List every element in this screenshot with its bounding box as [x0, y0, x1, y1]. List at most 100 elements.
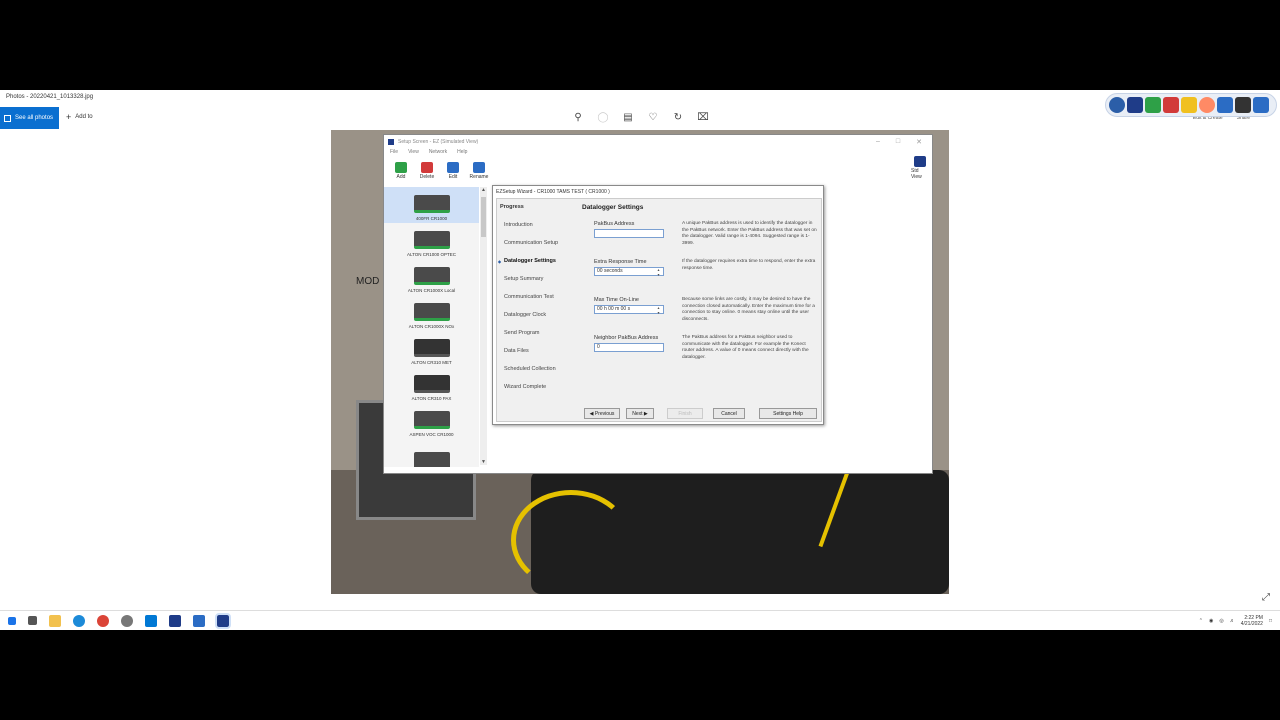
- neighbor-pakbus-input[interactable]: 0: [594, 343, 664, 352]
- gallery-icon: [4, 114, 11, 122]
- clock[interactable]: 2:22 PM 4/21/2022: [1241, 615, 1263, 627]
- notification-icon[interactable]: □: [1269, 618, 1272, 624]
- network-icon[interactable]: [1109, 97, 1125, 113]
- menu-bar: File View Network Help: [384, 149, 932, 158]
- view-icon[interactable]: [1253, 97, 1269, 113]
- task-view-icon[interactable]: [28, 616, 37, 625]
- device-item[interactable]: ALTON CR1000 OPTEC: [384, 223, 479, 259]
- step-setup-summary[interactable]: Setup Summary: [504, 276, 543, 282]
- menu-help[interactable]: Help: [457, 149, 467, 158]
- loggernet-icon[interactable]: [169, 614, 181, 627]
- extra-response-label: Extra Response Time: [594, 259, 647, 265]
- logger-icon[interactable]: [1127, 97, 1143, 113]
- pakbus-address-input[interactable]: [594, 229, 664, 238]
- plus-icon: +: [66, 112, 72, 122]
- file-explorer-icon[interactable]: [49, 614, 61, 627]
- favorite-icon[interactable]: ♡: [647, 112, 659, 124]
- close-icon[interactable]: ✕: [916, 138, 922, 146]
- step-communication-setup[interactable]: Communication Setup: [504, 240, 558, 246]
- max-time-input[interactable]: 00 h 00 m 00 s: [594, 305, 664, 315]
- rotate-icon[interactable]: ↻: [672, 112, 684, 124]
- device-list-scrollbar[interactable]: ▲ ▼: [480, 187, 487, 465]
- add-icon: [395, 162, 407, 173]
- max-time-label: Max Time On-Line: [594, 297, 639, 303]
- delete-icon[interactable]: ▤: [622, 112, 634, 124]
- device-label: ALTON CR1000X Local: [407, 288, 456, 293]
- extra-response-input[interactable]: 00 seconds: [594, 267, 664, 277]
- volume-icon[interactable]: ♬: [1230, 618, 1235, 624]
- taskbar: ⌃ ◉ ◎ ♬ 2:22 PM 4/21/2022 □: [0, 610, 1280, 630]
- window-title: Setup Screen - EZ (Simulated View): [398, 139, 479, 145]
- menu-view[interactable]: View: [408, 149, 419, 158]
- delete-button[interactable]: Delete: [418, 162, 436, 180]
- scroll-up-icon[interactable]: ▲: [480, 187, 487, 193]
- step-data-files[interactable]: Data Files: [504, 348, 529, 354]
- pakbus-help-text: A unique PakBus address is used to ident…: [682, 221, 817, 246]
- connect-icon[interactable]: [1145, 97, 1161, 113]
- rename-icon: [473, 162, 485, 173]
- windows-start-icon[interactable]: [8, 616, 16, 625]
- chevron-up-icon[interactable]: ⌃: [1199, 618, 1203, 624]
- delete-label: Delete: [419, 174, 435, 180]
- step-send-program[interactable]: Send Program: [504, 330, 539, 336]
- maximize-icon[interactable]: □: [896, 138, 900, 146]
- settings-icon[interactable]: [121, 614, 133, 627]
- see-all-photos-button[interactable]: See all photos: [0, 107, 59, 129]
- crop-icon[interactable]: ⌧: [697, 112, 709, 124]
- add-button[interactable]: Add: [392, 162, 410, 180]
- next-button[interactable]: Next ▶: [626, 408, 654, 419]
- step-datalogger-clock[interactable]: Datalogger Clock: [504, 312, 546, 318]
- mail-icon[interactable]: [145, 614, 157, 627]
- wifi-icon[interactable]: ◎: [1219, 618, 1223, 624]
- device-item[interactable]: ASPEN VOC CR1000: [384, 403, 479, 439]
- neighbor-help-text: The PakBus address for a PakBus neighbor…: [682, 335, 809, 360]
- cancel-label: Cancel: [721, 410, 737, 417]
- device-item[interactable]: ALTON CR1000X NOx: [384, 295, 479, 331]
- floating-app-toolbar: [1105, 93, 1277, 117]
- zoom-icon[interactable]: ⚲: [572, 112, 584, 124]
- clock-date: 4/21/2022: [1240, 620, 1263, 627]
- menu-file[interactable]: File: [390, 149, 398, 158]
- device-item[interactable]: ALTON CR1000X Local: [384, 259, 479, 295]
- wizard-body: Progress Introduction Communication Setu…: [496, 198, 822, 422]
- network-icon[interactable]: ◉: [1209, 618, 1213, 624]
- edit-icon[interactable]: [1217, 97, 1233, 113]
- step-wizard-complete[interactable]: Wizard Complete: [504, 384, 546, 390]
- device-item[interactable]: ALTON CR310 PAX: [384, 367, 479, 403]
- device-item[interactable]: ALTON CR310 MET: [384, 331, 479, 367]
- scroll-thumb[interactable]: [481, 197, 486, 237]
- next-label: Next: [632, 410, 643, 417]
- minimize-icon[interactable]: –: [876, 138, 880, 146]
- edit-button[interactable]: Edit: [444, 162, 462, 180]
- wizard-title: EZSetup Wizard - CR1000 TAMS TEST ( CR10…: [496, 189, 610, 195]
- std-view-button[interactable]: Std View: [911, 156, 929, 180]
- menu-network[interactable]: Network: [429, 149, 447, 158]
- step-scheduled-collection[interactable]: Scheduled Collection: [504, 366, 556, 372]
- slideshow-icon[interactable]: ◯: [597, 112, 609, 124]
- add-to-button[interactable]: + Add to: [66, 112, 93, 122]
- expand-icon[interactable]: ⤢: [1262, 592, 1270, 603]
- edge-icon[interactable]: [73, 614, 85, 627]
- zoom-icon[interactable]: [193, 614, 205, 627]
- previous-button[interactable]: ◀ Previous: [584, 408, 620, 419]
- alert-icon[interactable]: [1181, 97, 1197, 113]
- step-datalogger-settings[interactable]: Datalogger Settings: [498, 258, 556, 264]
- ezsetup-icon[interactable]: [215, 612, 231, 629]
- cancel-button[interactable]: Cancel: [713, 408, 745, 419]
- scroll-down-icon[interactable]: ▼: [480, 459, 487, 465]
- step-introduction[interactable]: Introduction: [504, 222, 533, 228]
- target-icon[interactable]: [1199, 97, 1215, 113]
- delete-icon: [421, 162, 433, 173]
- rename-button[interactable]: Rename: [470, 162, 488, 180]
- device-label: ALTON CR1000X NOx: [408, 324, 455, 329]
- device-item[interactable]: 400FR CR1000: [384, 187, 479, 223]
- status-icon[interactable]: [1163, 97, 1179, 113]
- settings-help-button[interactable]: Settings Help: [759, 408, 817, 419]
- finish-button[interactable]: Finish: [667, 408, 703, 419]
- graph-icon[interactable]: [1235, 97, 1251, 113]
- progress-heading: Progress: [500, 204, 524, 210]
- device-item[interactable]: [384, 439, 479, 467]
- chrome-icon[interactable]: [97, 614, 109, 627]
- step-communication-test[interactable]: Communication Test: [504, 294, 554, 300]
- photo-toolbar: ⚲ ◯ ▤ ♡ ↻ ⌧: [572, 112, 709, 124]
